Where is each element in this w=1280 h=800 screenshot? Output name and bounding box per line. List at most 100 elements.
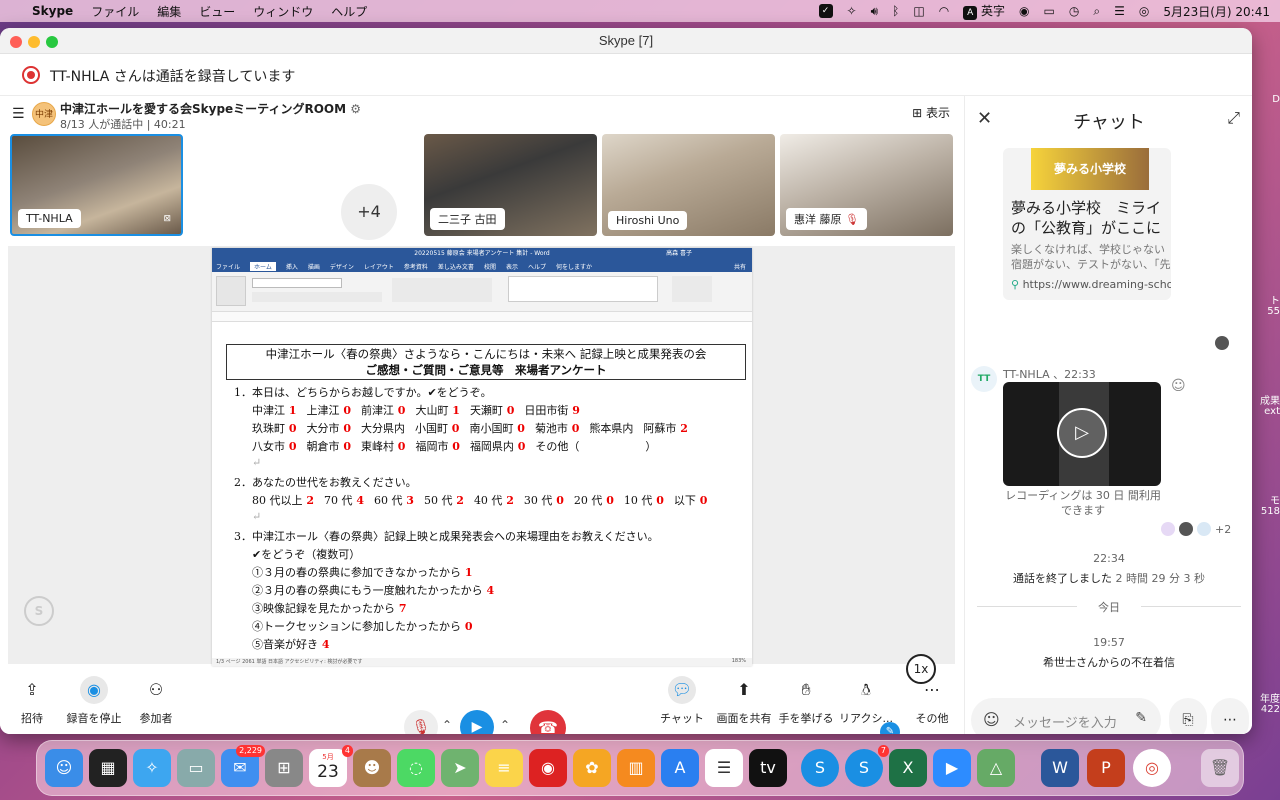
menu-help[interactable]: ヘルプ: [331, 3, 367, 20]
volume-icon[interactable]: 🔊︎: [871, 4, 879, 19]
apple-tv-icon[interactable]: tv: [749, 749, 787, 787]
more-button[interactable]: ⋯ その他: [902, 676, 962, 726]
link-url[interactable]: https://www.dreaming-scho...: [1023, 278, 1171, 291]
hang-up-button[interactable]: ☎︎: [530, 710, 566, 734]
powerpoint-icon[interactable]: P: [1087, 749, 1125, 787]
styles-gallery[interactable]: [508, 276, 658, 302]
add-reaction-icon[interactable]: ☺: [1171, 378, 1186, 394]
siri-icon[interactable]: ◎: [1139, 4, 1149, 18]
menu-edit[interactable]: 編集: [157, 3, 181, 20]
zoom-icon[interactable]: ▶: [933, 749, 971, 787]
menu-view[interactable]: ビュー: [199, 3, 235, 20]
view-button[interactable]: ⊞ 表示: [912, 104, 950, 121]
play-icon[interactable]: ▷: [1057, 408, 1107, 458]
word-tab[interactable]: 表示: [506, 262, 518, 271]
message-input[interactable]: ☺ メッセージを入力 ✎: [971, 698, 1161, 734]
participants-button[interactable]: ⚇ 参加者: [126, 676, 186, 726]
word-tab[interactable]: 挿入: [286, 262, 298, 271]
control-center-icon[interactable]: ☰: [1114, 4, 1125, 18]
notes-icon[interactable]: ≡: [485, 749, 523, 787]
contacts-icon[interactable]: ☻: [353, 749, 391, 787]
photos-icon[interactable]: ✿: [573, 749, 611, 787]
word-tab[interactable]: 参考資料: [404, 262, 428, 271]
spotlight-icon[interactable]: ⌕: [1093, 4, 1100, 19]
word-tab[interactable]: 何をしますか: [556, 262, 592, 271]
word-tab[interactable]: レイアウト: [364, 262, 394, 271]
word-tab-active[interactable]: ホーム: [250, 261, 276, 271]
drive-icon[interactable]: △: [977, 749, 1015, 787]
skype-dock-icon[interactable]: S: [801, 749, 839, 787]
chrome-icon[interactable]: ◎: [1133, 749, 1171, 787]
wifi-icon[interactable]: ◠: [939, 4, 949, 18]
emoji-icon[interactable]: ☺: [983, 710, 1000, 729]
mission-control-icon[interactable]: ▦: [89, 749, 127, 787]
menu-window[interactable]: ウィンドウ: [253, 3, 313, 20]
mic-muted-button[interactable]: 🎙︎: [404, 710, 438, 734]
paste-icon[interactable]: [216, 276, 246, 306]
preview-icon[interactable]: ▭: [177, 749, 215, 787]
word-tab[interactable]: 校閲: [484, 262, 496, 271]
raise-hand-button[interactable]: ✋︎ 手を挙げる: [776, 676, 836, 726]
invite-button[interactable]: ⇪ 招待: [2, 676, 62, 726]
word-icon[interactable]: W: [1041, 749, 1079, 787]
mail-icon[interactable]: ✉ 2,229: [221, 745, 265, 787]
attach-file-icon[interactable]: ⎘: [1169, 698, 1207, 734]
user-icon[interactable]: ◉: [1019, 4, 1029, 18]
finder-icon[interactable]: ☺: [45, 749, 83, 787]
participant-tile[interactable]: Hiroshi Uno: [602, 134, 775, 236]
participant-tile-self[interactable]: TT-NHLA ⊠: [10, 134, 183, 236]
safari-icon[interactable]: ✧: [133, 749, 171, 787]
app-store-icon[interactable]: A: [661, 749, 699, 787]
check-status-icon[interactable]: ✓: [818, 4, 833, 18]
word-tab[interactable]: ヘルプ: [528, 262, 546, 271]
more-options-icon[interactable]: ⋯: [1211, 698, 1249, 734]
link-preview-card[interactable]: 夢みる小学校 夢みる小学校 ミライの「公教育」がここに 楽しくなければ、学校じゃ…: [1003, 148, 1171, 300]
format-icon[interactable]: ✎: [1135, 710, 1147, 726]
reminders-icon[interactable]: ☰: [705, 749, 743, 787]
menu-hamburger-icon[interactable]: ☰: [12, 106, 25, 122]
photo-booth-icon[interactable]: ◉: [529, 749, 567, 787]
extension-icon[interactable]: ✧: [847, 4, 857, 18]
input-mode-label[interactable]: 英字: [981, 4, 1005, 18]
menu-file[interactable]: ファイル: [91, 3, 139, 20]
mic-options-chevron-icon[interactable]: ⌃: [442, 718, 452, 732]
participant-tile[interactable]: 二三子 古田: [424, 134, 597, 236]
word-share[interactable]: 共有: [734, 262, 746, 271]
word-tab[interactable]: 差し込み文書: [438, 262, 474, 271]
word-zoom[interactable]: 183%: [732, 658, 746, 664]
chat-button[interactable]: 💬︎ チャット: [652, 676, 712, 726]
reactions-button[interactable]: 🐧︎ リアクシ...: [836, 676, 896, 726]
camera-options-chevron-icon[interactable]: ⌃: [500, 718, 510, 732]
close-icon[interactable]: ⊠: [163, 214, 171, 224]
word-tab[interactable]: デザイン: [330, 262, 354, 271]
font-format-group[interactable]: [252, 292, 382, 302]
camera-button[interactable]: ▶︎: [460, 710, 494, 734]
stop-recording-button[interactable]: ◉ 録音を停止: [64, 676, 124, 726]
battery-icon[interactable]: ▭: [1044, 4, 1055, 18]
more-participants-button[interactable]: +4: [341, 184, 397, 240]
font-select[interactable]: [252, 278, 342, 288]
messages-icon[interactable]: ◌: [397, 749, 435, 787]
trash-icon[interactable]: 🗑︎: [1201, 749, 1239, 787]
launchpad-icon[interactable]: ⊞: [265, 749, 303, 787]
menubar-clock[interactable]: 5月23日(月) 20:41: [1163, 3, 1270, 20]
excel-icon[interactable]: X: [889, 749, 927, 787]
participant-tile[interactable]: 惠洋 藤原 🎙︎: [780, 134, 953, 236]
time-machine-icon[interactable]: ◷: [1069, 4, 1079, 18]
bluetooth-icon[interactable]: ᛒ: [892, 4, 899, 18]
menu-app-name[interactable]: Skype: [32, 4, 73, 18]
expand-icon[interactable]: ⤢: [1227, 108, 1240, 128]
share-screen-button[interactable]: ⬆︎ 画面を共有: [714, 676, 774, 726]
maps-icon[interactable]: ➤: [441, 749, 479, 787]
paragraph-group[interactable]: [392, 278, 492, 302]
calendar-icon[interactable]: 5月 23 4: [309, 745, 353, 787]
pen-icon[interactable]: ✎: [880, 722, 900, 734]
editing-group[interactable]: [672, 276, 712, 302]
airplay-icon[interactable]: ◫: [913, 4, 924, 18]
recording-video-thumbnail[interactable]: ▷: [1003, 382, 1161, 486]
word-tab[interactable]: ファイル: [216, 262, 240, 271]
input-source-icon[interactable]: A: [963, 6, 978, 20]
books-icon[interactable]: ▥: [617, 749, 655, 787]
word-tab[interactable]: 描画: [308, 262, 320, 271]
skype-dock-icon-2[interactable]: S7: [845, 745, 889, 787]
